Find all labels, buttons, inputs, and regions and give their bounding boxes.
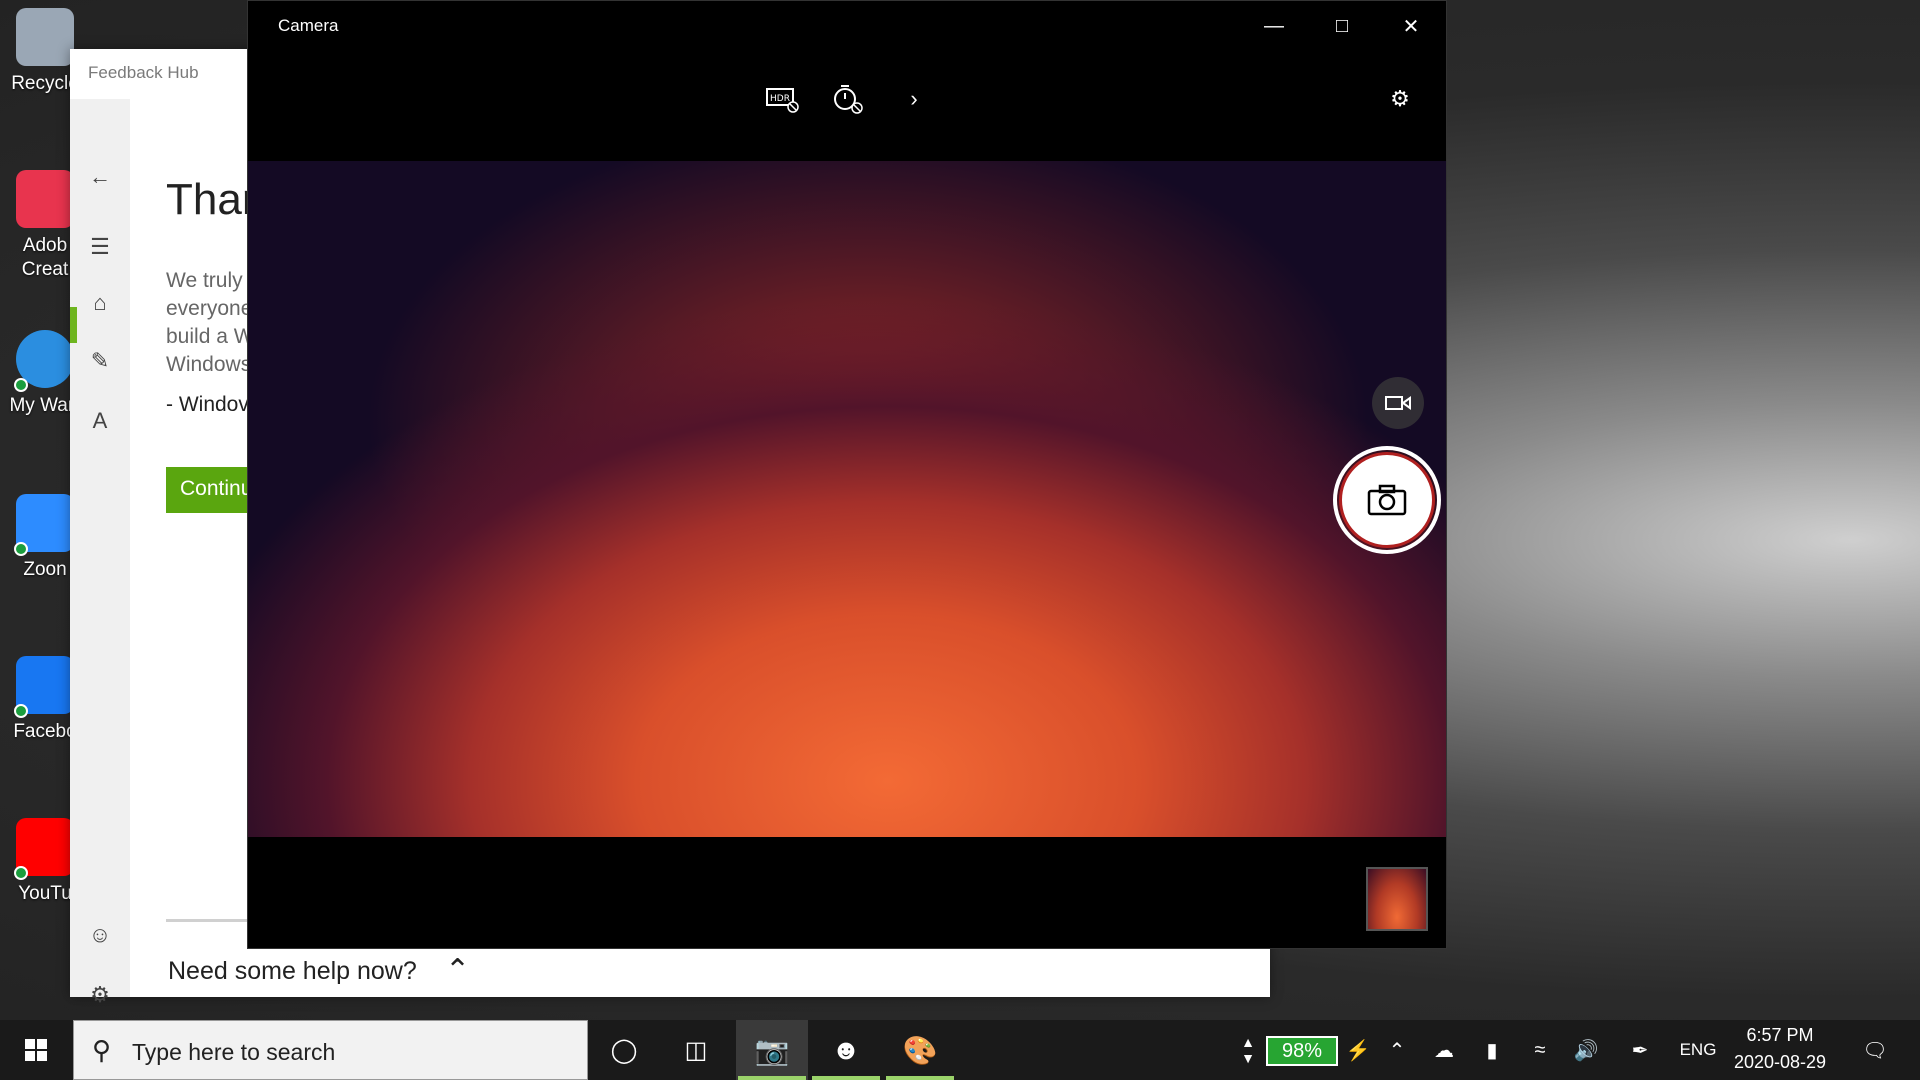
camera-window: Camera — □ ✕ HDR › ⚙ xyxy=(247,0,1447,949)
battery-percentage[interactable]: 98% xyxy=(1266,1036,1338,1066)
signature-text: - Windov xyxy=(166,393,249,416)
taskbar-search-box[interactable]: ⚲ Type here to search xyxy=(73,1020,588,1080)
last-capture-thumbnail[interactable] xyxy=(1366,867,1428,931)
sync-check-icon xyxy=(14,866,28,880)
my-warranty-icon xyxy=(14,330,74,392)
feedback-hub-icon: ☻ xyxy=(831,1034,861,1065)
video-mode-icon[interactable] xyxy=(1372,377,1424,429)
taskbar-app-feedback-hub[interactable]: ☻ xyxy=(810,1020,882,1080)
translate-icon[interactable]: A xyxy=(84,405,116,437)
pen-icon[interactable]: ✒ xyxy=(1622,1020,1658,1080)
paint-palette-icon: 🎨 xyxy=(902,1034,938,1066)
running-app-indicator xyxy=(812,1076,880,1080)
take-photo-button[interactable] xyxy=(1333,446,1441,554)
running-app-indicator xyxy=(886,1076,954,1080)
sync-check-icon xyxy=(14,542,28,556)
active-app-indicator xyxy=(738,1076,806,1080)
settings-gear-icon[interactable]: ⚙ xyxy=(1380,79,1420,119)
chevron-up-icon[interactable]: ⌃ xyxy=(1380,1020,1414,1080)
home-icon[interactable]: ⌂ xyxy=(84,287,116,319)
clock-date[interactable]: 2020-08-29 xyxy=(1730,1052,1830,1073)
hamburger-menu-icon[interactable]: ☰ xyxy=(84,231,116,263)
taskbar: ⚲ Type here to search ◯ ◫ 📷 ☻ 🎨 ▲ ▼ 98% ⚡… xyxy=(0,1020,1920,1080)
volume-icon[interactable]: 🔊 xyxy=(1568,1020,1604,1080)
camera-title: Camera xyxy=(278,16,339,35)
help-expander[interactable]: Need some help now? xyxy=(168,957,417,986)
zoom-icon xyxy=(14,494,74,556)
add-user-icon[interactable]: ☺ xyxy=(84,919,116,951)
cortana-icon[interactable]: ◯ xyxy=(588,1020,660,1080)
adobe-creative-cloud-icon xyxy=(16,170,74,228)
onedrive-cloud-icon[interactable]: ☁ xyxy=(1426,1020,1462,1080)
hdr-off-icon[interactable]: HDR xyxy=(762,79,802,119)
feedback-hub-title: Feedback Hub xyxy=(88,63,199,82)
camera-icon xyxy=(1339,452,1435,548)
back-arrow-icon[interactable]: ← xyxy=(84,161,116,193)
task-view-icon[interactable]: ◫ xyxy=(660,1020,732,1080)
taskbar-scroll-icon[interactable]: ▲ ▼ xyxy=(1236,1020,1260,1080)
minimize-icon[interactable]: — xyxy=(1254,9,1294,43)
close-icon[interactable]: ✕ xyxy=(1391,9,1431,43)
battery-icon[interactable]: ▮ xyxy=(1474,1020,1510,1080)
chevron-right-icon[interactable]: › xyxy=(894,79,934,119)
sidebar-active-indicator xyxy=(70,307,77,343)
language-indicator[interactable]: ENG xyxy=(1670,1020,1726,1080)
action-center-icon[interactable]: 🗨 xyxy=(1850,1020,1900,1080)
feedback-hub-sidebar: ← ☰ ⌂ ✎ A ☺ ⚙ xyxy=(70,99,130,1007)
thank-you-message: We truly everyone build a W Windows xyxy=(166,269,254,376)
maximize-icon[interactable]: □ xyxy=(1322,9,1362,43)
sync-check-icon xyxy=(14,378,28,392)
search-icon: ⚲ xyxy=(92,1035,112,1065)
camera-preview xyxy=(248,161,1446,837)
youtube-icon xyxy=(14,818,74,880)
sync-check-icon xyxy=(14,704,28,718)
camera-icon: 📷 xyxy=(754,1034,790,1066)
chevron-up-icon[interactable]: ⌃ xyxy=(445,953,470,988)
clock-time[interactable]: 6:57 PM xyxy=(1730,1025,1830,1046)
settings-gear-icon[interactable]: ⚙ xyxy=(84,979,116,1011)
search-placeholder: Type here to search xyxy=(132,1039,336,1065)
wifi-icon[interactable]: ≈ xyxy=(1522,1020,1558,1080)
power-plug-icon[interactable]: ⚡ xyxy=(1344,1020,1372,1080)
taskbar-app-paint[interactable]: 🎨 xyxy=(884,1020,956,1080)
feedback-icon[interactable]: ✎ xyxy=(84,345,116,377)
windows-start-icon[interactable] xyxy=(0,1020,72,1080)
recycle-bin-icon xyxy=(16,8,74,66)
svg-text:HDR: HDR xyxy=(770,94,790,104)
taskbar-app-camera[interactable]: 📷 xyxy=(736,1020,808,1080)
timer-off-icon[interactable] xyxy=(828,79,868,119)
facebook-icon xyxy=(14,656,74,718)
